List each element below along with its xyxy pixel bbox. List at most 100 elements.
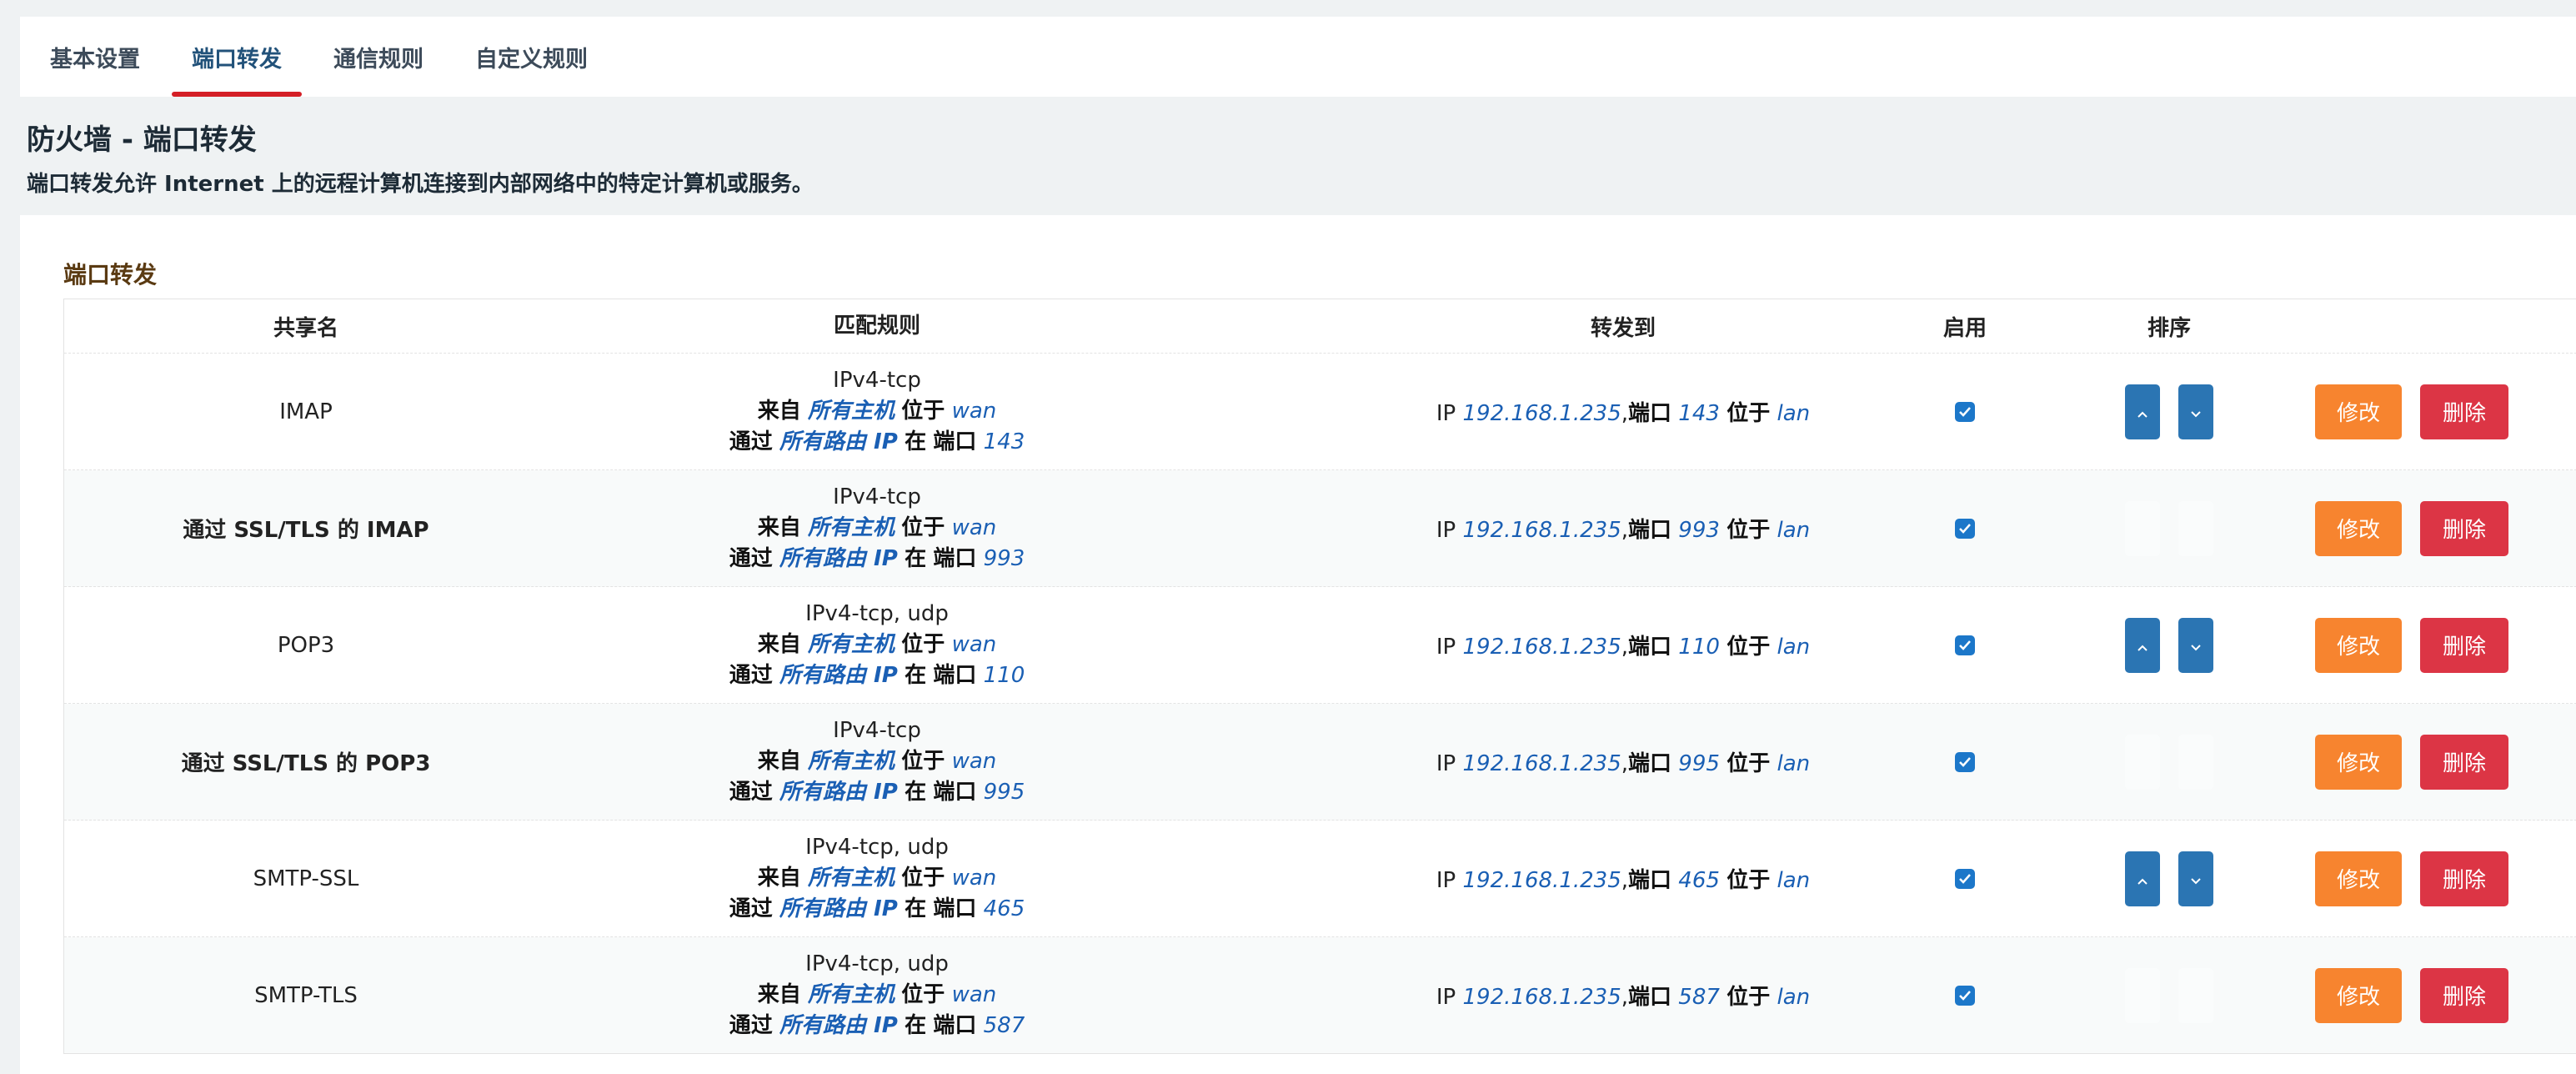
match-via-line: 通过 所有路由 IP 在 端口 143 xyxy=(729,427,1025,458)
match-via-line: 通过 所有路由 IP 在 端口 110 xyxy=(729,660,1025,691)
rule-name: POP3 xyxy=(277,632,335,658)
match-source-line: 来自 所有主机 位于 wan xyxy=(758,396,997,427)
move-up-button[interactable] xyxy=(2125,851,2160,906)
enable-checkbox[interactable] xyxy=(1955,751,1975,772)
label-located: 位于 xyxy=(1727,635,1771,660)
dest-zone: lan xyxy=(1777,985,1811,1010)
external-port: 143 xyxy=(983,429,1025,454)
move-up-button[interactable] xyxy=(2125,967,2160,1023)
rule-name: 通过 SSL/TLS 的 IMAP xyxy=(183,518,429,543)
dest-port: 587 xyxy=(1678,985,1720,1010)
chevron-down-icon xyxy=(2190,866,2202,891)
source-host: 所有主机 xyxy=(808,749,895,774)
match-protocol: IPv4-tcp xyxy=(833,368,921,393)
delete-button[interactable]: 删除 xyxy=(2420,967,2508,1023)
delete-button[interactable]: 删除 xyxy=(2420,734,2508,790)
delete-button[interactable]: 删除 xyxy=(2420,851,2508,906)
match-rule: IPv4-tcp, udp 来自 所有主机 位于 wan 通过 所有路由 IP 在 … xyxy=(548,587,1206,703)
match-source-line: 来自 所有主机 位于 wan xyxy=(758,513,997,544)
edit-button[interactable]: 修改 xyxy=(2315,851,2402,906)
source-host: 所有主机 xyxy=(808,515,895,540)
rule-name: IMAP xyxy=(279,399,333,424)
edit-button[interactable]: 修改 xyxy=(2315,734,2402,790)
via-ip: 所有路由 IP xyxy=(779,896,898,921)
move-up-button[interactable] xyxy=(2125,500,2160,556)
edit-button[interactable]: 修改 xyxy=(2315,967,2402,1023)
tab-port-forwarding[interactable]: 端口转发 xyxy=(172,17,302,97)
label-from: 来自 xyxy=(757,866,801,891)
label-located: 位于 xyxy=(901,866,945,891)
dest-port: 465 xyxy=(1678,868,1720,893)
label-port: 端口 xyxy=(933,429,977,454)
table-row: SMTP-TLS IPv4-tcp, udp 来自 所有主机 位于 wan 通过 所有… xyxy=(64,937,2576,1053)
tab-custom-rules[interactable]: 自定义规则 xyxy=(455,17,608,97)
move-down-button[interactable] xyxy=(2178,967,2213,1023)
delete-button[interactable]: 删除 xyxy=(2420,500,2508,556)
edit-button[interactable]: 修改 xyxy=(2315,384,2402,439)
dest-ip: 192.168.1.235 xyxy=(1462,751,1621,776)
edit-button[interactable]: 修改 xyxy=(2315,500,2402,556)
enable-cell xyxy=(1877,704,2052,820)
move-up-button[interactable] xyxy=(2125,384,2160,439)
port-forwarding-panel: 端口转发 共享名 匹配规则 转发到 启用 排序 IMAP IPv4-tcp 来自 所… xyxy=(20,215,2576,1074)
dest-ip: 192.168.1.235 xyxy=(1462,635,1621,660)
enable-checkbox[interactable] xyxy=(1955,401,1975,422)
label-located: 位于 xyxy=(901,749,945,774)
label-located: 位于 xyxy=(901,399,945,424)
move-up-button[interactable] xyxy=(2125,734,2160,790)
label-ip: IP xyxy=(1436,518,1456,543)
via-ip: 所有路由 IP xyxy=(779,663,898,688)
tab-basic-settings[interactable]: 基本设置 xyxy=(30,17,160,97)
label-via: 通过 xyxy=(729,780,773,805)
source-host: 所有主机 xyxy=(808,399,895,424)
match-source-line: 来自 所有主机 位于 wan xyxy=(758,980,997,1011)
move-down-button[interactable] xyxy=(2178,500,2213,556)
comma-separator: , xyxy=(1621,751,1628,776)
rule-name: SMTP-SSL xyxy=(253,866,359,891)
enable-checkbox[interactable] xyxy=(1955,518,1975,539)
label-port: 端口 xyxy=(933,896,977,921)
comma-separator: , xyxy=(1621,985,1628,1010)
rule-name: SMTP-TLS xyxy=(254,982,358,1008)
label-located: 位于 xyxy=(901,982,945,1007)
dest-port: 993 xyxy=(1678,518,1720,543)
move-up-button[interactable] xyxy=(2125,617,2160,673)
label-port: 端口 xyxy=(1628,518,1672,543)
enable-cell xyxy=(1877,354,2052,469)
actions-cell: 修改 删除 xyxy=(2315,704,2576,820)
delete-button[interactable]: 删除 xyxy=(2420,384,2508,439)
external-port: 993 xyxy=(983,546,1025,571)
external-port: 465 xyxy=(983,896,1025,921)
actions-cell: 修改 删除 xyxy=(2315,470,2576,586)
tab-traffic-rules[interactable]: 通信规则 xyxy=(313,17,444,97)
move-down-button[interactable] xyxy=(2178,384,2213,439)
port-forwarding-table: 共享名 匹配规则 转发到 启用 排序 IMAP IPv4-tcp 来自 所有主机 位… xyxy=(63,299,2576,1054)
dest-ip: 192.168.1.235 xyxy=(1462,518,1621,543)
table-row: IMAP IPv4-tcp 来自 所有主机 位于 wan 通过 所有路由 IP 在 端… xyxy=(64,354,2576,470)
edit-button[interactable]: 修改 xyxy=(2315,617,2402,673)
match-rule: IPv4-tcp 来自 所有主机 位于 wan 通过 所有路由 IP 在 端口 99… xyxy=(548,704,1206,820)
enable-cell xyxy=(1877,937,2052,1053)
dest-port: 110 xyxy=(1678,635,1720,660)
match-rule: IPv4-tcp, udp 来自 所有主机 位于 wan 通过 所有路由 IP 在 … xyxy=(548,937,1206,1053)
label-port: 端口 xyxy=(1628,635,1672,660)
match-source-line: 来自 所有主机 位于 wan xyxy=(758,863,997,894)
comma-separator: , xyxy=(1621,635,1628,660)
via-ip: 所有路由 IP xyxy=(779,429,898,454)
tab-bar: 基本设置 端口转发 通信规则 自定义规则 xyxy=(20,17,2576,97)
external-port: 110 xyxy=(983,663,1025,688)
table-row: 通过 SSL/TLS 的 POP3 IPv4-tcp 来自 所有主机 位于 wan 通… xyxy=(64,704,2576,821)
source-host: 所有主机 xyxy=(808,982,895,1007)
enable-checkbox[interactable] xyxy=(1955,985,1975,1006)
page-title: 防火墙 - 端口转发 xyxy=(27,123,257,157)
move-down-button[interactable] xyxy=(2178,851,2213,906)
enable-checkbox[interactable] xyxy=(1955,868,1975,889)
enable-checkbox[interactable] xyxy=(1955,635,1975,655)
source-zone: wan xyxy=(951,632,997,657)
label-located: 位于 xyxy=(1727,868,1771,893)
move-down-button[interactable] xyxy=(2178,734,2213,790)
source-host: 所有主机 xyxy=(808,632,895,657)
chevron-up-icon xyxy=(2137,866,2148,891)
delete-button[interactable]: 删除 xyxy=(2420,617,2508,673)
move-down-button[interactable] xyxy=(2178,617,2213,673)
